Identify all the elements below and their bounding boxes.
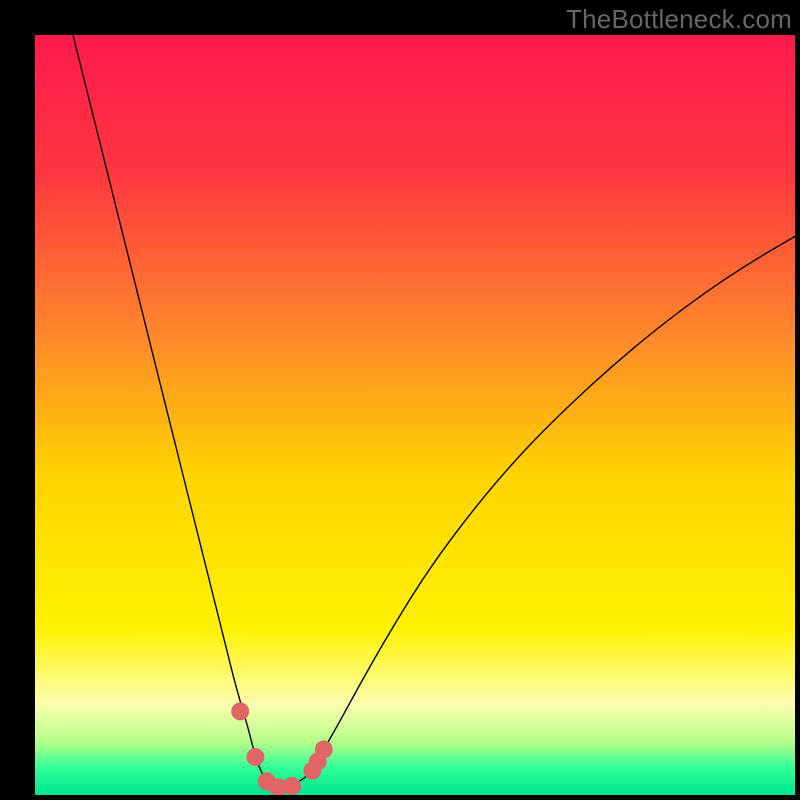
watermark-text: TheBottleneck.com [566, 4, 792, 35]
plot-area [35, 35, 795, 795]
highlight-point [246, 748, 264, 766]
highlight-point [231, 702, 249, 720]
highlight-point [315, 740, 333, 758]
gradient-background [35, 35, 795, 795]
chart-frame: TheBottleneck.com [0, 0, 800, 800]
highlight-point [283, 777, 301, 795]
chart-svg [35, 35, 795, 795]
